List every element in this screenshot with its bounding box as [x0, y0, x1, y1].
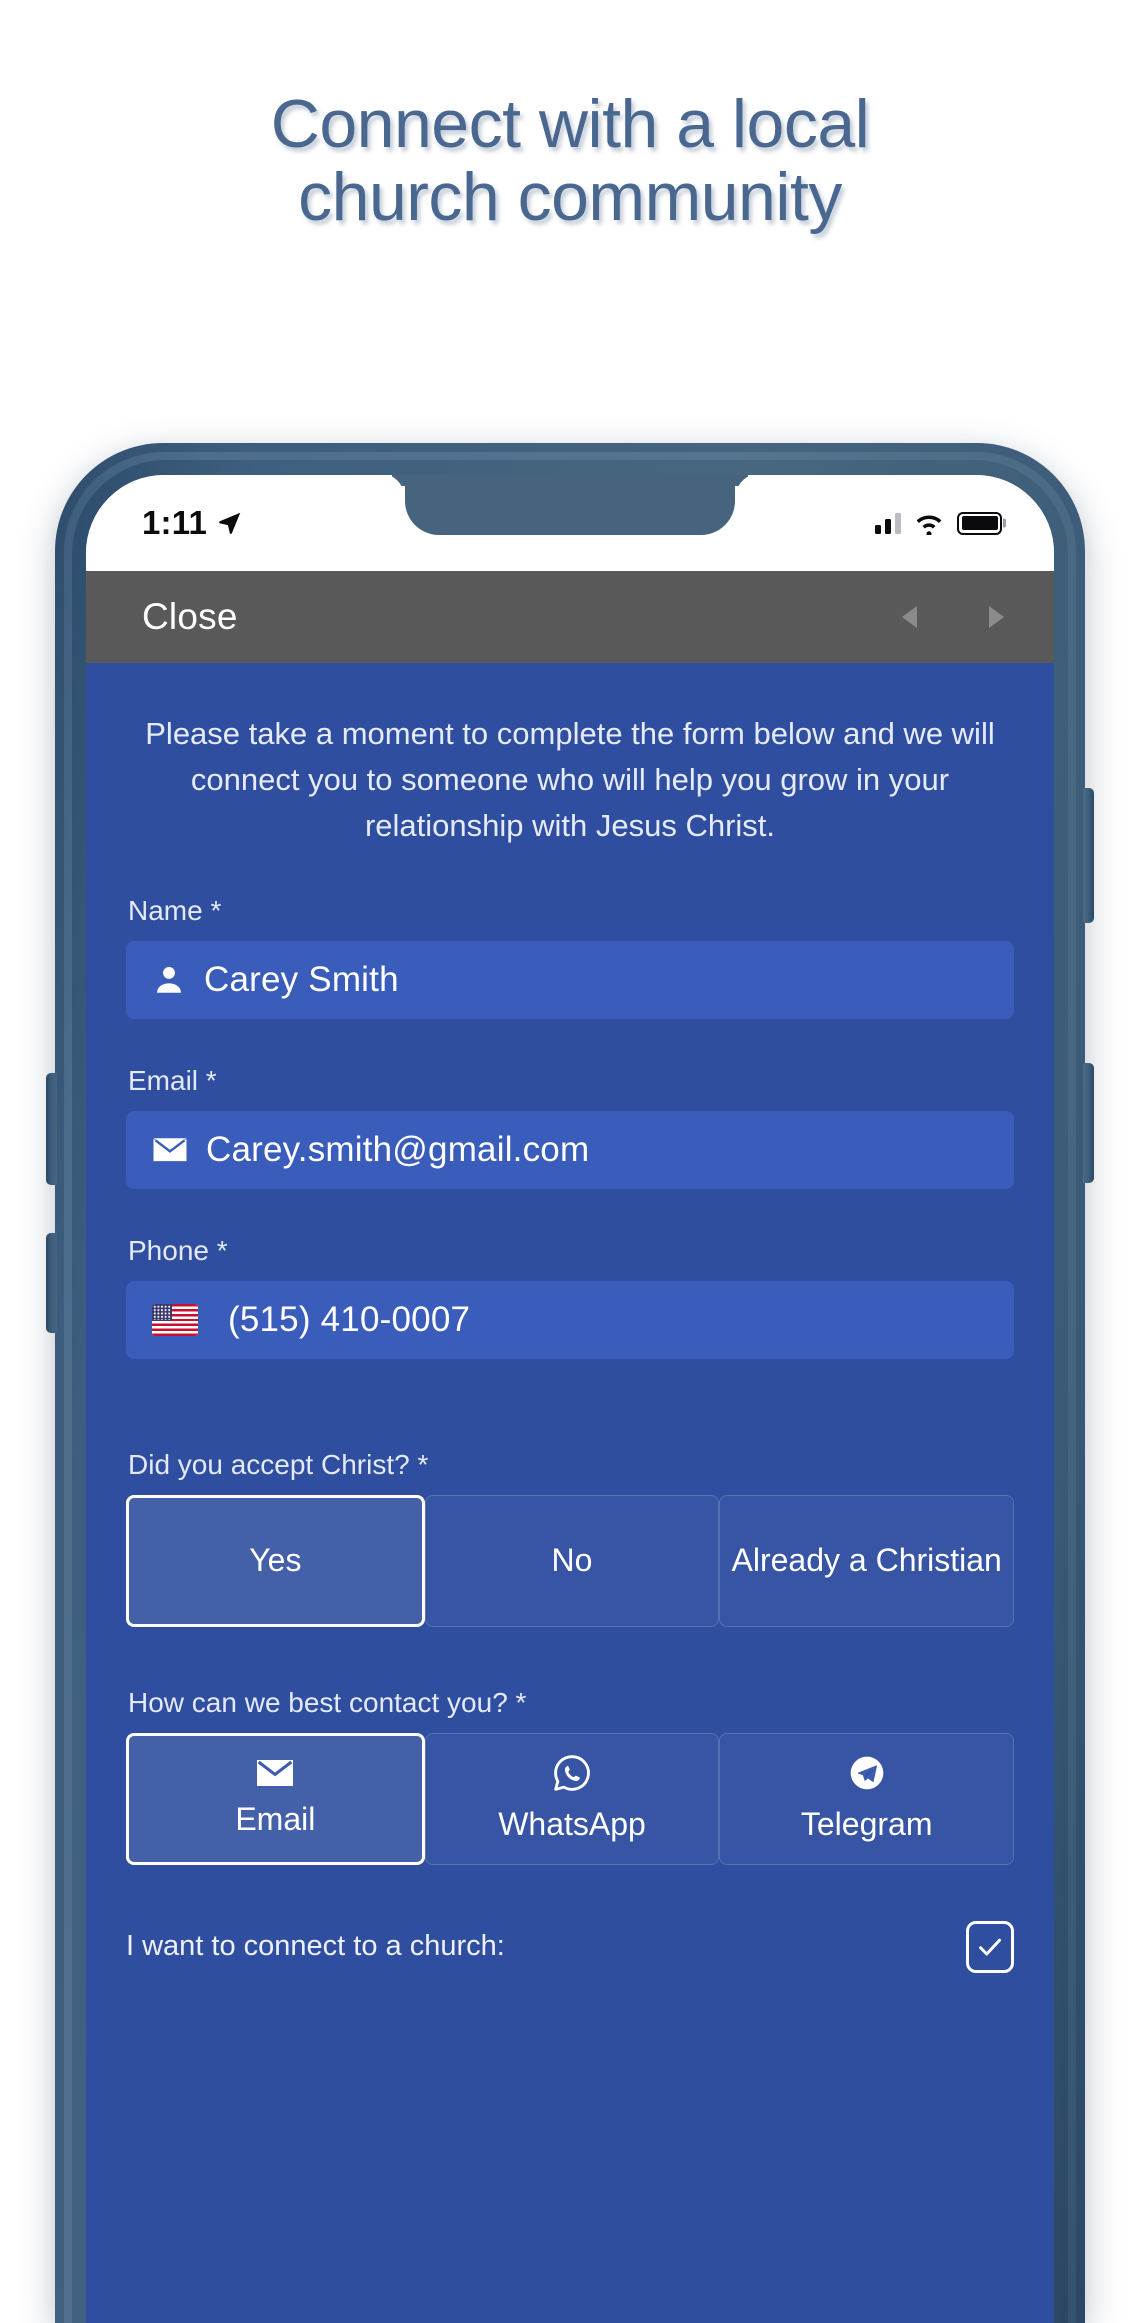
page-title: Connect with a local church community: [0, 86, 1140, 236]
phone-notch: [405, 475, 735, 535]
headline-line-2: church community: [298, 159, 842, 236]
contact-option-telegram[interactable]: Telegram: [719, 1732, 1015, 1865]
form-page: Please take a moment to complete the for…: [86, 663, 1054, 2323]
connect-form: Name * Carey Smith Email * Carey.smith@g…: [86, 895, 1054, 2013]
phone-label: Phone *: [128, 1234, 228, 1266]
nav-arrows: [902, 606, 1004, 628]
checkmark-icon: [979, 1938, 1001, 1956]
email-value: Carey.smith@gmail.com: [206, 1129, 590, 1169]
option-label: Already a Christian: [731, 1542, 1002, 1579]
option-label: WhatsApp: [498, 1806, 646, 1843]
contact-option-email[interactable]: Email: [126, 1732, 425, 1865]
wifi-icon: [913, 511, 945, 535]
accept-christ-option-already-christian[interactable]: Already a Christian: [719, 1494, 1015, 1627]
connect-church-row: I want to connect to a church:: [126, 1920, 1014, 2013]
contact-option-whatsapp[interactable]: WhatsApp: [424, 1732, 720, 1865]
phone-value: (515) 410-0007: [228, 1299, 471, 1339]
contact-method-options: Email WhatsApp Telegram: [126, 1732, 1015, 1865]
email-label: Email *: [128, 1064, 217, 1096]
accept-christ-option-no[interactable]: No: [424, 1494, 720, 1627]
whatsapp-icon: [552, 1753, 592, 1793]
connect-church-label: I want to connect to a church:: [126, 1930, 505, 1963]
accept-christ-group: Did you accept Christ? * Yes No Already …: [126, 1448, 1015, 1627]
phone-screen: 1:11 Close Please take a moment to compl…: [86, 475, 1054, 2323]
option-label: Yes: [249, 1542, 302, 1579]
back-triangle-icon[interactable]: [902, 606, 917, 628]
connect-church-checkbox[interactable]: [966, 1920, 1014, 1973]
contact-method-group: How can we best contact you? * Email Wha…: [126, 1686, 1015, 1865]
intro-text: Please take a moment to complete the for…: [145, 716, 995, 843]
phone-input[interactable]: (515) 410-0007: [126, 1280, 1014, 1359]
volume-button[interactable]: [46, 1233, 57, 1333]
battery-icon: [957, 511, 1002, 535]
option-label: No: [551, 1542, 593, 1579]
status-bar-left: 1:11: [142, 504, 243, 542]
name-input[interactable]: Carey Smith: [126, 940, 1014, 1019]
contact-method-label: How can we best contact you? *: [128, 1686, 527, 1718]
accept-christ-label: Did you accept Christ? *: [128, 1448, 429, 1480]
telegram-icon: [847, 1753, 887, 1793]
accept-christ-options: Yes No Already a Christian: [126, 1494, 1015, 1627]
name-field-group: Name * Carey Smith: [126, 895, 1014, 1019]
name-value: Carey Smith: [204, 959, 399, 999]
headline-line-1: Connect with a local: [270, 86, 870, 162]
side-button-lower[interactable]: [1083, 1063, 1094, 1183]
envelope-icon: [152, 1136, 188, 1164]
forward-triangle-icon[interactable]: [989, 606, 1004, 628]
envelope-icon: [255, 1758, 295, 1788]
location-arrow-icon: [217, 510, 243, 536]
browser-nav-bar: Close: [86, 571, 1054, 663]
us-flag-icon[interactable]: [152, 1303, 198, 1336]
accept-christ-option-yes[interactable]: Yes: [126, 1494, 425, 1627]
power-button[interactable]: [1083, 788, 1094, 923]
person-icon: [152, 963, 186, 997]
email-input[interactable]: Carey.smith@gmail.com: [126, 1110, 1014, 1189]
status-bar-time: 1:11: [142, 504, 208, 541]
email-field-group: Email * Carey.smith@gmail.com: [126, 1065, 1014, 1189]
mute-switch-button[interactable]: [46, 1073, 57, 1185]
option-label: Email: [235, 1801, 316, 1838]
phone-field-group: Phone * (515) 410-0007: [126, 1235, 1014, 1359]
status-bar-right: [875, 511, 1002, 535]
close-button[interactable]: Close: [142, 596, 238, 638]
option-label: Telegram: [800, 1806, 933, 1843]
name-label: Name *: [128, 894, 222, 926]
cellular-signal-icon: [875, 512, 901, 534]
phone-mockup: 1:11 Close Please take a moment to compl…: [46, 443, 1094, 2323]
